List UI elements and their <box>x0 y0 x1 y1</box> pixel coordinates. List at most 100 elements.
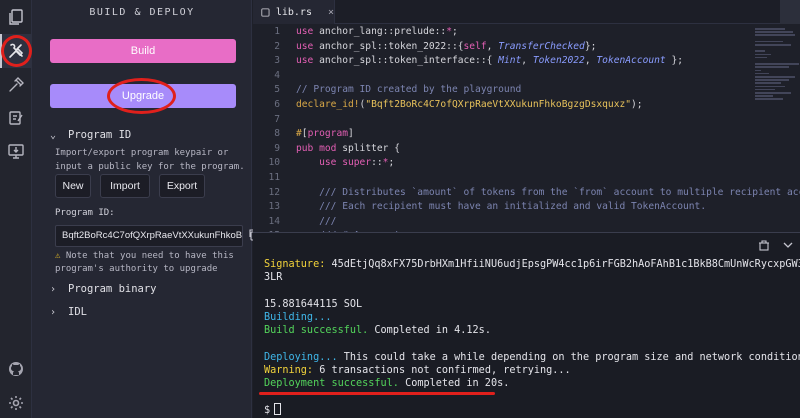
terminal[interactable]: Signature: 45dEtjQq8xFX75DrbHXm1HfiiNU6u… <box>253 232 800 418</box>
note-text: Note that you need to have this program'… <box>55 251 234 274</box>
file-icon <box>261 7 270 17</box>
files-icon[interactable] <box>0 0 32 34</box>
code-text: pub mod splitter { <box>296 142 400 154</box>
minimap-line <box>755 28 785 30</box>
chevron-right-icon: › <box>50 306 57 318</box>
line-number: 5 <box>274 84 280 96</box>
minimap-line <box>755 72 769 75</box>
code-text: #[program] <box>296 128 354 140</box>
clear-terminal-icon[interactable] <box>758 239 770 251</box>
minimap-line <box>755 82 781 84</box>
section-label: Program ID <box>68 129 132 141</box>
line-number: 10 <box>268 157 280 169</box>
chevron-right-icon: › <box>50 283 57 295</box>
warning-icon: ⚠ <box>55 251 61 261</box>
chevron-down-icon[interactable] <box>782 239 794 251</box>
line-number: 2 <box>274 40 280 52</box>
minimap-line <box>755 66 789 68</box>
code-text: use anchor_spl::token_interface::{ Mint,… <box>296 55 684 67</box>
line-number: 1 <box>274 26 280 37</box>
highlight-underline <box>259 392 495 395</box>
minimap-line <box>755 31 793 33</box>
terminal-line: 15.881644115 SOL <box>264 299 363 310</box>
code-line[interactable]: 7 <box>253 113 800 128</box>
code-line[interactable]: 8 #[program] <box>253 127 800 142</box>
terminal-line: 3LR <box>264 272 283 283</box>
export-button[interactable]: Export <box>159 174 205 198</box>
code-text: use anchor_lang::prelude::*; <box>296 26 458 37</box>
code-line[interactable]: 6 declare_id!("Bqft2BoRc4C7ofQXrpRaeVtXXu… <box>253 98 800 113</box>
idl-section[interactable]: › IDL <box>50 306 87 318</box>
terminal-toolbar <box>758 239 794 251</box>
line-number: 4 <box>274 69 280 81</box>
code-line[interactable]: 12 /// Distributes `amount` of tokens fr… <box>253 186 800 201</box>
minimap-line <box>755 76 795 78</box>
terminal-line: Build successful. Completed in 4.12s. <box>264 325 491 336</box>
code-line[interactable]: 2 use anchor_spl::token_2022::{self, Tran… <box>253 40 800 55</box>
minimap-line <box>755 34 795 36</box>
new-button[interactable]: New <box>55 174 91 198</box>
gear-icon[interactable] <box>0 386 32 418</box>
minimap-line <box>755 88 775 91</box>
program-id-input[interactable]: Bqft2BoRc4C7ofQXrpRaeVtXXukunFhkoBgzgDsx… <box>55 225 243 247</box>
tools-icon[interactable] <box>0 34 32 68</box>
github-icon[interactable] <box>0 352 32 386</box>
minimap-line <box>755 50 765 52</box>
minimap-line <box>755 53 771 56</box>
minimap-line <box>755 79 789 81</box>
code-line[interactable]: 1 use anchor_lang::prelude::*; <box>253 25 800 40</box>
terminal-prompt[interactable]: $ <box>264 403 282 417</box>
build-button[interactable]: Build <box>50 39 236 63</box>
minimap-line <box>755 92 791 94</box>
code-line[interactable]: 3 use anchor_spl::token_interface::{ Mint… <box>253 54 800 69</box>
code-text: /// Distributes `amount` of tokens from … <box>319 186 800 198</box>
minimap-line <box>755 85 785 88</box>
line-number: 14 <box>268 215 280 227</box>
terminal-line: Deploying... This could take a while dep… <box>264 352 800 363</box>
minimap[interactable] <box>753 24 799 114</box>
edit-document-icon[interactable] <box>0 101 32 135</box>
code-line[interactable]: 14 /// <box>253 215 800 230</box>
minimap-line <box>755 44 791 46</box>
build-deploy-panel: BUILD & DEPLOY Build Upgrade ⌄ Program I… <box>32 0 259 418</box>
line-number: 9 <box>274 142 280 154</box>
tab-label: lib.rs <box>275 6 312 18</box>
close-icon[interactable]: × <box>328 7 334 18</box>
line-number: 12 <box>268 186 280 198</box>
code-text: use anchor_spl::token_2022::{self, Trans… <box>296 40 597 52</box>
chevron-down-icon: ⌄ <box>50 129 57 141</box>
minimap-line <box>755 63 799 65</box>
code-editor[interactable]: 1 use anchor_lang::prelude::*; 2 use anchor… <box>253 24 800 232</box>
section-label: IDL <box>68 306 87 318</box>
upgrade-button[interactable]: Upgrade <box>50 84 236 108</box>
line-number: 6 <box>274 99 280 110</box>
minimap-line <box>755 69 761 72</box>
activity-bar <box>0 0 32 418</box>
code-text: // Program ID created by the playground <box>296 84 522 96</box>
code-line[interactable]: 9 pub mod splitter { <box>253 142 800 157</box>
monitor-icon[interactable] <box>0 134 32 168</box>
hammer-icon[interactable] <box>0 68 32 102</box>
authority-note: ⚠ Note that you need to have this progra… <box>55 250 251 276</box>
program-id-section[interactable]: ⌄ Program ID <box>50 129 131 141</box>
code-text: /// Each recipient must have an initiali… <box>319 201 707 213</box>
import-button[interactable]: Import <box>100 174 150 198</box>
line-number: 11 <box>268 172 280 183</box>
code-line[interactable]: 11 <box>253 171 800 186</box>
line-number: 8 <box>274 128 280 140</box>
terminal-line: Building... <box>264 312 332 323</box>
code-line[interactable]: 5 // Program ID created by the playground <box>253 83 800 98</box>
line-number: 3 <box>274 55 280 67</box>
code-line[interactable]: 10 use super::*; <box>253 156 800 171</box>
code-line[interactable]: 13 /// Each recipient must have an initi… <box>253 200 800 215</box>
section-label: Program binary <box>68 283 157 295</box>
panel-toggle[interactable] <box>780 0 800 24</box>
minimap-line <box>755 56 767 59</box>
tab-lib-rs[interactable]: lib.rs × <box>253 0 335 24</box>
code-line[interactable]: 4 <box>253 69 800 84</box>
terminal-line: Signature: 45dEtjQq8xFX75DrbHXm1HfiiNU6u… <box>264 259 800 270</box>
code-text: use super::*; <box>319 157 395 169</box>
program-binary-section[interactable]: › Program binary <box>50 283 157 295</box>
line-number: 13 <box>268 201 280 213</box>
code-text: /// <box>319 215 337 227</box>
